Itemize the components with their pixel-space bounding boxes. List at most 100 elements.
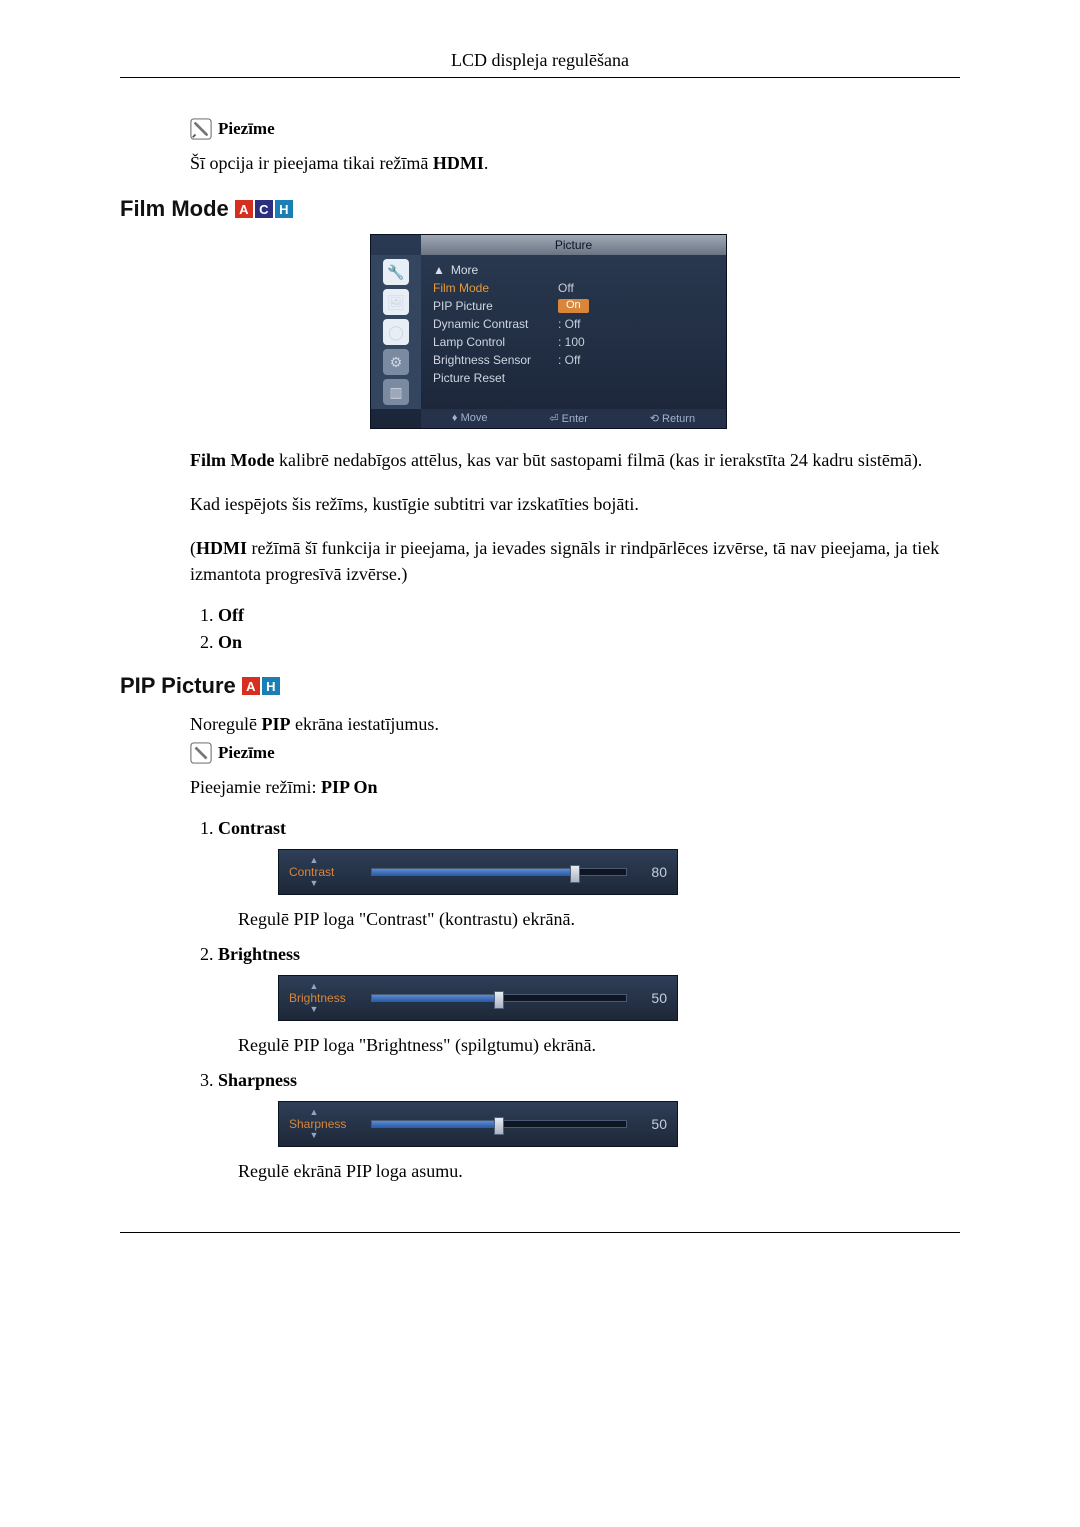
item-desc: Regulē ekrānā PIP loga asumu. <box>238 1161 960 1182</box>
osd-row-label: Brightness Sensor <box>433 353 558 367</box>
slider-value: 50 <box>637 990 667 1006</box>
item-title: Contrast <box>218 818 286 838</box>
osd-row-pippicture[interactable]: PIP Picture On <box>429 297 726 315</box>
slider-track[interactable] <box>371 994 627 1002</box>
list-item-brightness: Brightness ▲ Brightness ▼ 50 Regulē PIP … <box>218 944 960 1056</box>
osd-icon-sound[interactable]: ◯ <box>383 319 409 345</box>
film-options-list: Off On <box>190 605 960 653</box>
osd-row-label: Lamp Control <box>433 335 558 349</box>
osd-row-label: Film Mode <box>433 281 558 295</box>
heading-text: PIP Picture <box>120 673 236 699</box>
osd-row-brightsensor[interactable]: Brightness Sensor : Off <box>429 351 726 369</box>
slider-brightness[interactable]: ▲ Brightness ▼ 50 <box>278 975 678 1021</box>
item-desc: Regulē PIP loga "Brightness" (spilgtumu)… <box>238 1035 960 1056</box>
osd-row-value: On <box>558 299 589 313</box>
section-heading-film: Film Mode A C H <box>120 196 960 222</box>
text-bold: PIP On <box>321 777 378 797</box>
osd-icon-multi[interactable]: ▥ <box>383 379 409 405</box>
pip-modes: Pieejamie režīmi: PIP On <box>190 774 960 800</box>
film-para2: Kad iespējots šis režīms, kustīgie subti… <box>190 491 960 517</box>
osd-rows: ▲ More Film Mode Off PIP Picture On Dyna… <box>421 255 726 409</box>
osd-more-label: More <box>451 263 478 277</box>
badge-c: C <box>255 200 273 218</box>
note-text-prefix: Šī opcija ir pieejama tikai režīmā <box>190 153 433 173</box>
osd-row-value: : Off <box>558 317 580 331</box>
badge-a: A <box>235 200 253 218</box>
osd-row-label: Picture Reset <box>433 371 558 385</box>
text-bold: PIP <box>261 714 290 734</box>
slider-contrast[interactable]: ▲ Contrast ▼ 80 <box>278 849 678 895</box>
slider-track[interactable] <box>371 868 627 876</box>
footer-rule <box>120 1232 960 1233</box>
osd-row-filmmode[interactable]: Film Mode Off <box>429 279 726 297</box>
header-rule <box>120 77 960 78</box>
slider-fill <box>372 995 499 1001</box>
slider-label-text: Contrast <box>289 865 334 879</box>
note-label: Piezīme <box>218 119 275 139</box>
option-label: Off <box>218 605 244 625</box>
slider-thumb[interactable] <box>570 865 580 883</box>
list-item-sharpness: Sharpness ▲ Sharpness ▼ 50 Regulē ekrānā… <box>218 1070 960 1182</box>
text: ekrāna iestatījumus. <box>290 714 438 734</box>
note-block: Piezīme <box>190 118 960 140</box>
note-text: Šī opcija ir pieejama tikai režīmā HDMI. <box>190 150 960 176</box>
slider-thumb[interactable] <box>494 991 504 1009</box>
page: LCD displeja regulēšana Piezīme Šī opcij… <box>0 0 1080 1293</box>
page-header: LCD displeja regulēšana <box>120 50 960 71</box>
osd-row-value: : 100 <box>558 335 585 349</box>
list-item: On <box>218 632 960 653</box>
osd-row-label: Dynamic Contrast <box>433 317 558 331</box>
section-heading-pip: PIP Picture A H <box>120 673 960 699</box>
osd-hint-move: ♦ Move <box>452 412 488 425</box>
note-icon <box>190 742 212 764</box>
pip-intro: Noregulē PIP ekrāna iestatījumus. <box>190 711 960 737</box>
mode-badges: A C H <box>235 200 293 218</box>
text-bold: HDMI <box>196 538 247 558</box>
slider-label-text: Sharpness <box>289 1117 346 1131</box>
badge-h: H <box>262 677 280 695</box>
item-title: Sharpness <box>218 1070 297 1090</box>
osd-hint-enter: ⏎ Enter <box>549 412 588 425</box>
slider-track[interactable] <box>371 1120 627 1128</box>
film-para1: Film Mode kalibrē nedabīgos attēlus, kas… <box>190 447 960 473</box>
osd-footer: ♦ Move ⏎ Enter ⟲ Return <box>421 409 726 428</box>
list-item: Off <box>218 605 960 626</box>
slider-sharpness[interactable]: ▲ Sharpness ▼ 50 <box>278 1101 678 1147</box>
note-text-bold: HDMI <box>433 153 484 173</box>
osd-row-value: : Off <box>558 353 580 367</box>
text: Pieejamie režīmi: <box>190 777 321 797</box>
badge-a: A <box>242 677 260 695</box>
slider-fill <box>372 869 575 875</box>
osd-icon-input[interactable]: 🔧 <box>383 259 409 285</box>
down-arrow-icon: ▼ <box>289 1005 339 1014</box>
down-arrow-icon: ▼ <box>289 1131 339 1140</box>
osd-icon-picture[interactable]: 🖼 <box>383 289 409 315</box>
list-item-contrast: Contrast ▲ Contrast ▼ 80 Regulē PIP loga… <box>218 818 960 930</box>
text: Noregulē <box>190 714 261 734</box>
osd-menu: Picture 🔧 🖼 ◯ ⚙ ▥ ▲ More Film Mode <box>370 234 960 429</box>
slider-fill <box>372 1121 499 1127</box>
pip-items-list: Contrast ▲ Contrast ▼ 80 Regulē PIP loga… <box>190 818 960 1182</box>
osd-more-row[interactable]: ▲ More <box>429 261 726 279</box>
badge-h: H <box>275 200 293 218</box>
slider-label-text: Brightness <box>289 991 346 1005</box>
osd-row-picreset[interactable]: Picture Reset <box>429 369 726 387</box>
down-arrow-icon: ▼ <box>289 879 339 888</box>
text: kalibrē nedabīgos attēlus, kas var būt s… <box>274 450 922 470</box>
osd-row-value: Off <box>558 281 574 295</box>
mode-badges: A H <box>242 677 280 695</box>
osd-icon-setup[interactable]: ⚙ <box>383 349 409 375</box>
up-arrow-icon: ▲ <box>433 263 445 277</box>
osd-hint-return: ⟲ Return <box>650 412 695 425</box>
osd-row-lamp[interactable]: Lamp Control : 100 <box>429 333 726 351</box>
option-label: On <box>218 632 242 652</box>
osd-row-label: PIP Picture <box>433 299 558 313</box>
slider-value: 50 <box>637 1116 667 1132</box>
note-block: Piezīme <box>190 742 960 764</box>
slider-thumb[interactable] <box>494 1117 504 1135</box>
up-arrow-icon: ▲ <box>289 1108 339 1117</box>
item-desc: Regulē PIP loga "Contrast" (kontrastu) e… <box>238 909 960 930</box>
osd-row-dyncontrast[interactable]: Dynamic Contrast : Off <box>429 315 726 333</box>
text-bold: Film Mode <box>190 450 274 470</box>
film-para3: (HDMI režīmā šī funkcija ir pieejama, ja… <box>190 535 960 587</box>
